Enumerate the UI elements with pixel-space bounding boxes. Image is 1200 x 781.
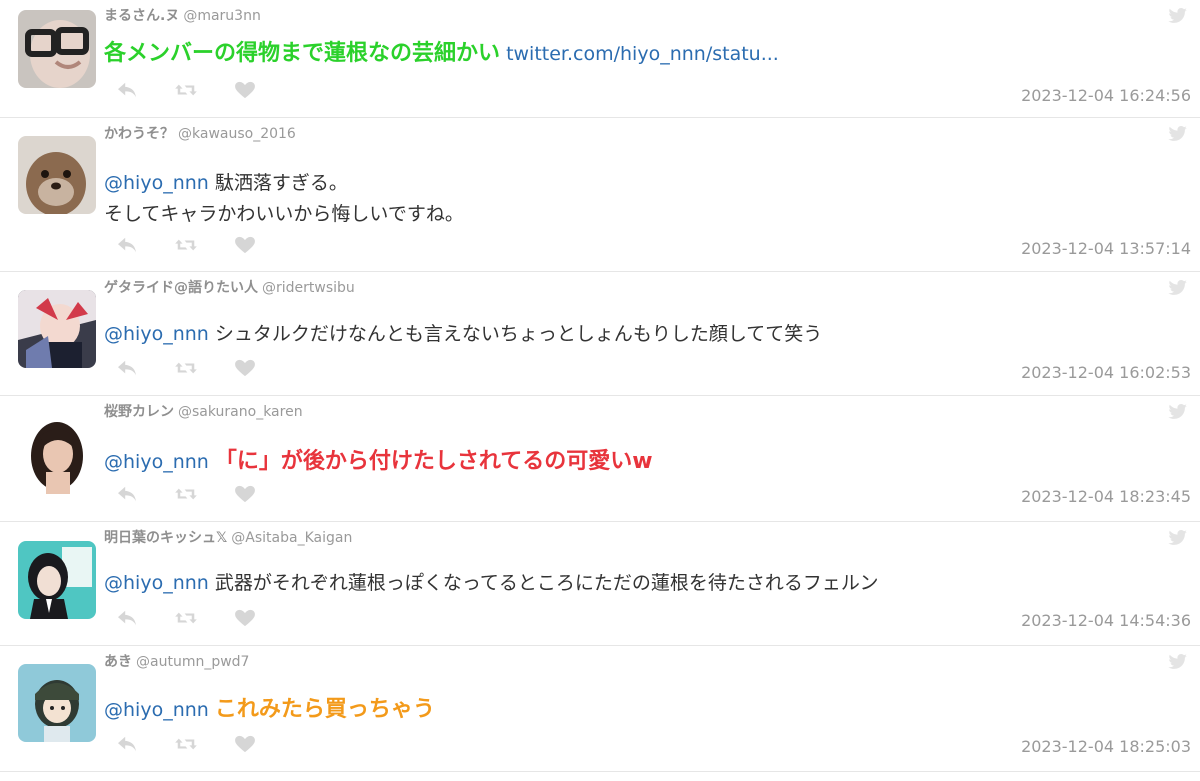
user-handle[interactable]: @maru3nn xyxy=(183,8,261,24)
tweet-text: @hiyo_nnn 武器がそれぞれ蓮根っぽくなってるところにただの蓮根を待たされ… xyxy=(104,568,879,599)
twitter-bird-icon[interactable] xyxy=(1168,280,1188,296)
tweet-item: ゲタライド@語りたい人 @ridertwsibu @hiyo_nnn シュタルクだ… xyxy=(0,272,1200,396)
tweet-item: まるさん.ヌ @maru3nn 各メンバーの得物まで蓮根なの芸細かい twitte… xyxy=(0,0,1200,118)
reply-icon[interactable] xyxy=(116,609,138,627)
reply-icon[interactable] xyxy=(116,81,138,99)
retweet-icon[interactable] xyxy=(174,609,198,627)
tweet-text: @hiyo_nnn 駄洒落すぎる。 そしてキャラかわいいから悔しいですね。 xyxy=(104,168,464,230)
user-name[interactable]: まるさん.ヌ xyxy=(104,8,179,24)
tweet-item: 桜野カレン @sakurano_karen @hiyo_nnn 「に」が後から付け… xyxy=(0,396,1200,522)
mention-link[interactable]: @hiyo_nnn xyxy=(104,172,209,194)
tweet-text-content: 各メンバーの得物まで蓮根なの芸細かい xyxy=(104,41,501,66)
tweet-text-content: 武器がそれぞれ蓮根っぽくなってるところにただの蓮根を待たされるフェルン xyxy=(214,572,879,594)
tweet-timestamp[interactable]: 2023-12-04 18:23:45 xyxy=(1021,487,1191,506)
heart-icon[interactable] xyxy=(234,359,256,377)
tweet-text-content: 駄洒落すぎる。 xyxy=(214,172,348,194)
user-name[interactable]: あき xyxy=(104,654,132,670)
user-handle[interactable]: @autumn_pwd7 xyxy=(136,654,249,670)
tweet-text-content: そしてキャラかわいいから悔しいですね。 xyxy=(104,203,464,225)
twitter-bird-icon[interactable] xyxy=(1168,530,1188,546)
mention-link[interactable]: @hiyo_nnn xyxy=(104,323,209,345)
retweet-icon[interactable] xyxy=(174,81,198,99)
tweet-item: かわうそ？ @kawauso_2016 @hiyo_nnn 駄洒落すぎる。 そして… xyxy=(0,118,1200,272)
user-name[interactable]: ゲタライド@語りたい人 xyxy=(104,280,258,296)
retweet-icon[interactable] xyxy=(174,485,198,503)
tweet-feed: まるさん.ヌ @maru3nn 各メンバーの得物まで蓮根なの芸細かい twitte… xyxy=(0,0,1200,781)
tweet-timestamp[interactable]: 2023-12-04 16:24:56 xyxy=(1021,86,1191,105)
tweet-actions xyxy=(116,485,256,503)
mention-link[interactable]: @hiyo_nnn xyxy=(104,699,209,721)
twitter-bird-icon[interactable] xyxy=(1168,404,1188,420)
tweet-actions xyxy=(116,609,256,627)
tweet-item: 明日葉のキッシュ𝕏 @Asitaba_Kaigan @hiyo_nnn 武器がそれ… xyxy=(0,522,1200,646)
user-name[interactable]: かわうそ？ xyxy=(104,126,174,142)
tweet-text-content: 「に」が後から付けたしされてるの可愛いw xyxy=(214,449,653,474)
tweet-text: @hiyo_nnn これみたら買っちゃう xyxy=(104,694,435,726)
user-handle[interactable]: @ridertwsibu xyxy=(262,280,355,296)
tweet-timestamp[interactable]: 2023-12-04 18:25:03 xyxy=(1021,737,1191,756)
retweet-icon[interactable] xyxy=(174,359,198,377)
twitter-bird-icon[interactable] xyxy=(1168,126,1188,142)
avatar[interactable] xyxy=(18,290,96,368)
tweet-text: 各メンバーの得物まで蓮根なの芸細かい twitter.com/hiyo_nnn/… xyxy=(104,38,779,70)
tweet-link[interactable]: twitter.com/hiyo_nnn/statu... xyxy=(506,43,779,65)
heart-icon[interactable] xyxy=(234,735,256,753)
twitter-bird-icon[interactable] xyxy=(1168,8,1188,24)
tweet-text: @hiyo_nnn 「に」が後から付けたしされてるの可愛いw xyxy=(104,446,653,478)
tweet-header: あき @autumn_pwd7 xyxy=(104,653,249,671)
tweet-actions xyxy=(116,359,256,377)
tweet-actions xyxy=(116,81,256,99)
reply-icon[interactable] xyxy=(116,485,138,503)
heart-icon[interactable] xyxy=(234,609,256,627)
avatar[interactable] xyxy=(18,10,96,88)
tweet-header: かわうそ？ @kawauso_2016 xyxy=(104,125,296,143)
tweet-text-content: これみたら買っちゃう xyxy=(214,697,435,722)
avatar[interactable] xyxy=(18,136,96,214)
heart-icon[interactable] xyxy=(234,485,256,503)
reply-icon[interactable] xyxy=(116,236,138,254)
reply-icon[interactable] xyxy=(116,359,138,377)
retweet-icon[interactable] xyxy=(174,735,198,753)
tweet-header: 明日葉のキッシュ𝕏 @Asitaba_Kaigan xyxy=(104,529,352,547)
tweet-actions xyxy=(116,236,256,254)
retweet-icon[interactable] xyxy=(174,236,198,254)
tweet-header: まるさん.ヌ @maru3nn xyxy=(104,7,261,25)
tweet-timestamp[interactable]: 2023-12-04 13:57:14 xyxy=(1021,239,1191,258)
tweet-actions xyxy=(116,735,256,753)
heart-icon[interactable] xyxy=(234,81,256,99)
heart-icon[interactable] xyxy=(234,236,256,254)
user-handle[interactable]: @kawauso_2016 xyxy=(178,126,296,142)
user-handle[interactable]: @sakurano_karen xyxy=(178,404,303,420)
tweet-item: あき @autumn_pwd7 @hiyo_nnn これみたら買っちゃう 2023… xyxy=(0,646,1200,772)
tweet-header: 桜野カレン @sakurano_karen xyxy=(104,403,303,421)
user-name[interactable]: 桜野カレン xyxy=(104,404,174,420)
mention-link[interactable]: @hiyo_nnn xyxy=(104,451,209,473)
avatar[interactable] xyxy=(18,541,96,619)
avatar[interactable] xyxy=(18,664,96,742)
user-handle[interactable]: @Asitaba_Kaigan xyxy=(231,530,352,546)
tweet-timestamp[interactable]: 2023-12-04 16:02:53 xyxy=(1021,363,1191,382)
reply-icon[interactable] xyxy=(116,735,138,753)
twitter-bird-icon[interactable] xyxy=(1168,654,1188,670)
user-name[interactable]: 明日葉のキッシュ𝕏 xyxy=(104,530,227,546)
avatar[interactable] xyxy=(18,416,96,494)
tweet-header: ゲタライド@語りたい人 @ridertwsibu xyxy=(104,279,355,297)
mention-link[interactable]: @hiyo_nnn xyxy=(104,572,209,594)
tweet-timestamp[interactable]: 2023-12-04 14:54:36 xyxy=(1021,611,1191,630)
tweet-text: @hiyo_nnn シュタルクだけなんとも言えないちょっとしょんもりした顔してて… xyxy=(104,319,822,350)
tweet-text-content: シュタルクだけなんとも言えないちょっとしょんもりした顔してて笑う xyxy=(214,323,823,345)
